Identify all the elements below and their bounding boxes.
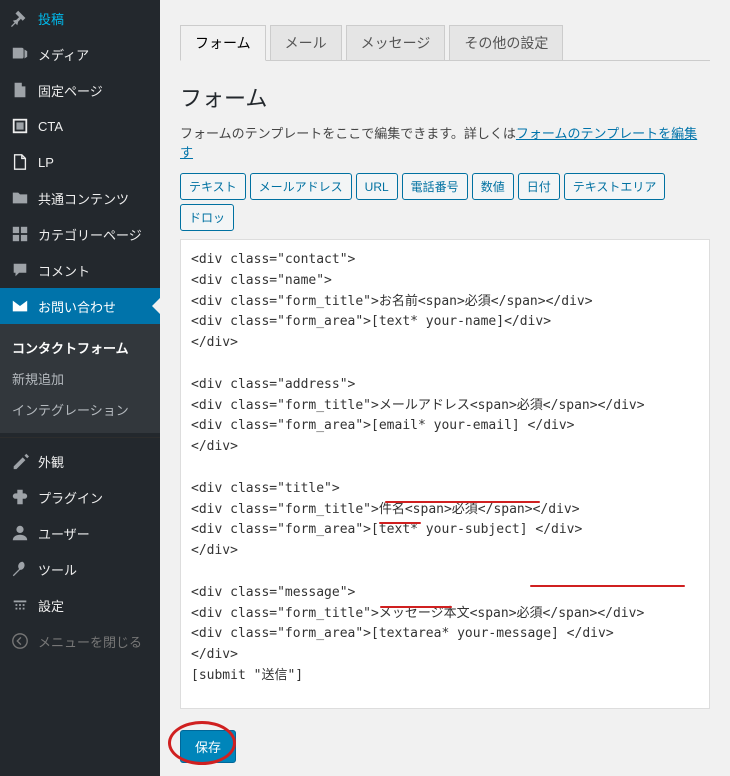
annotation-underline: [380, 606, 452, 608]
sidebar-label: プラグイン: [38, 488, 103, 507]
mail-icon: [10, 296, 30, 316]
tag-btn-tel[interactable]: 電話番号: [402, 173, 468, 200]
sidebar-item-media[interactable]: メディア: [0, 36, 160, 72]
main-content: フォーム メール メッセージ その他の設定 フォーム フォームのテンプレートをこ…: [160, 0, 730, 776]
editor-tabs: フォーム メール メッセージ その他の設定: [180, 0, 710, 61]
tag-btn-number[interactable]: 数値: [472, 173, 514, 200]
annotation-underline: [385, 501, 540, 503]
tab-additional[interactable]: その他の設定: [449, 25, 563, 61]
sidebar-item-category[interactable]: カテゴリーページ: [0, 216, 160, 252]
lp-icon: [10, 152, 30, 172]
sidebar-label: コメント: [38, 261, 90, 280]
desc-text: フォームのテンプレートをここで編集できます。詳しくは: [180, 126, 516, 141]
submenu-item-integration[interactable]: インテグレーション: [0, 394, 160, 425]
media-icon: [10, 44, 30, 64]
tag-btn-email[interactable]: メールアドレス: [250, 173, 352, 200]
tag-btn-dropdown[interactable]: ドロッ: [180, 204, 234, 231]
sidebar-submenu: コンタクトフォーム 新規追加 インテグレーション: [0, 324, 160, 433]
tag-generator-buttons: テキスト メールアドレス URL 電話番号 数値 日付 テキストエリア ドロッ: [180, 173, 710, 231]
sidebar-label: LP: [38, 155, 54, 170]
sidebar-label: CTA: [38, 119, 63, 134]
sidebar-item-contact[interactable]: お問い合わせ: [0, 288, 160, 324]
sidebar-collapse[interactable]: メニューを閉じる: [0, 623, 160, 659]
annotation-underline: [379, 522, 421, 524]
tab-messages[interactable]: メッセージ: [346, 25, 446, 61]
tag-btn-date[interactable]: 日付: [518, 173, 560, 200]
annotation-underline: [530, 585, 685, 587]
pin-icon: [10, 8, 30, 28]
sidebar-item-lp[interactable]: LP: [0, 144, 160, 180]
sidebar-item-users[interactable]: ユーザー: [0, 515, 160, 551]
menu-separator: [0, 433, 160, 438]
settings-icon: [10, 595, 30, 615]
tag-btn-textarea[interactable]: テキストエリア: [564, 173, 666, 200]
sidebar-label: 外観: [38, 452, 64, 471]
cta-icon: [10, 116, 30, 136]
sidebar-item-appearance[interactable]: 外観: [0, 443, 160, 479]
sidebar-item-posts[interactable]: 投稿: [0, 0, 160, 36]
category-icon: [10, 224, 30, 244]
sidebar-label: カテゴリーページ: [38, 225, 142, 244]
plugin-icon: [10, 487, 30, 507]
sidebar-item-comments[interactable]: コメント: [0, 252, 160, 288]
submenu-item-add-new[interactable]: 新規追加: [0, 363, 160, 394]
sidebar-label: メディア: [38, 45, 89, 64]
tab-mail[interactable]: メール: [270, 25, 342, 61]
sidebar-item-settings[interactable]: 設定: [0, 587, 160, 623]
sidebar-item-pages[interactable]: 固定ページ: [0, 72, 160, 108]
save-row: 保存: [180, 730, 710, 763]
sidebar-label: ユーザー: [38, 524, 90, 543]
panel-description: フォームのテンプレートをここで編集できます。詳しくはフォームのテンプレートを編集…: [180, 123, 710, 161]
save-button[interactable]: 保存: [180, 730, 236, 763]
tag-btn-text[interactable]: テキスト: [180, 173, 246, 200]
sidebar-item-common[interactable]: 共通コンテンツ: [0, 180, 160, 216]
collapse-icon: [10, 631, 30, 651]
tool-icon: [10, 559, 30, 579]
sidebar-label: 固定ページ: [38, 81, 103, 100]
sidebar-label: 設定: [38, 596, 64, 615]
sidebar-item-plugins[interactable]: プラグイン: [0, 479, 160, 515]
tag-btn-url[interactable]: URL: [356, 173, 398, 200]
folder-icon: [10, 188, 30, 208]
sidebar-label: お問い合わせ: [38, 297, 116, 316]
tab-form[interactable]: フォーム: [180, 25, 266, 61]
sidebar-item-tools[interactable]: ツール: [0, 551, 160, 587]
panel-title: フォーム: [180, 81, 710, 113]
page-icon: [10, 80, 30, 100]
admin-sidebar: 投稿 メディア 固定ページ CTA LP 共通コンテンツ カテゴリーページ コメ…: [0, 0, 160, 776]
sidebar-label: 共通コンテンツ: [38, 189, 129, 208]
form-template-textarea[interactable]: [180, 239, 710, 709]
form-panel: フォーム フォームのテンプレートをここで編集できます。詳しくはフォームのテンプレ…: [180, 61, 710, 763]
sidebar-label: 投稿: [38, 9, 64, 28]
submenu-item-contact-forms[interactable]: コンタクトフォーム: [0, 332, 160, 363]
comment-icon: [10, 260, 30, 280]
sidebar-label: ツール: [38, 560, 77, 579]
sidebar-label: メニューを閉じる: [38, 632, 142, 651]
user-icon: [10, 523, 30, 543]
appearance-icon: [10, 451, 30, 471]
sidebar-item-cta[interactable]: CTA: [0, 108, 160, 144]
